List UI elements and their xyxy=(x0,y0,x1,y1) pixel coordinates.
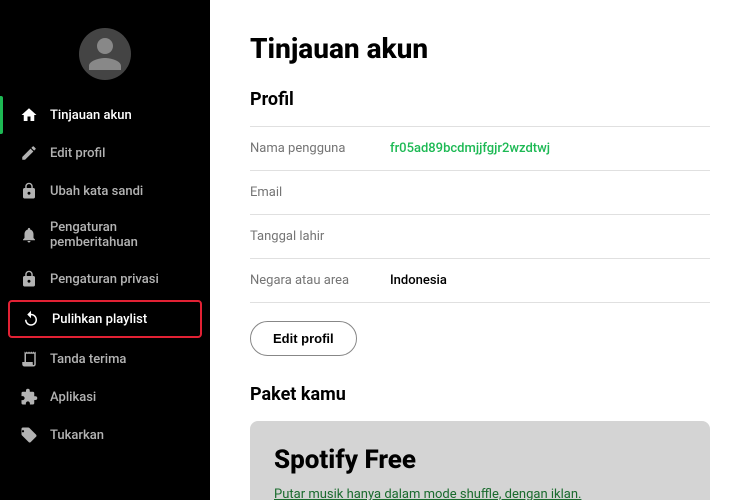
bell-icon xyxy=(20,226,38,244)
profile-fields: Nama pengguna fr05ad89bcdmjjfgjr2wzdtwj … xyxy=(250,126,710,303)
field-row-username: Nama pengguna fr05ad89bcdmjjfgjr2wzdtwj xyxy=(250,127,710,171)
home-icon xyxy=(20,106,38,124)
sidebar-item-pengaturan-pemberitahuan[interactable]: Pengaturan pemberitahuan xyxy=(0,210,210,260)
paket-name: Spotify Free xyxy=(274,445,686,475)
sidebar-label-pulihkan-playlist: Pulihkan playlist xyxy=(52,312,147,327)
sidebar-item-edit-profil[interactable]: Edit profil xyxy=(0,134,210,172)
avatar-section xyxy=(0,16,210,96)
field-value-negara: Indonesia xyxy=(390,273,447,288)
sidebar-item-pengaturan-privasi[interactable]: Pengaturan privasi xyxy=(0,260,210,298)
sidebar-item-pulihkan-playlist[interactable]: Pulihkan playlist xyxy=(8,300,202,338)
profile-section-title: Profil xyxy=(250,89,710,110)
receipt-icon xyxy=(20,350,38,368)
field-label-negara: Negara atau area xyxy=(250,273,390,288)
pencil-icon xyxy=(20,144,38,162)
main-content: Tinjauan akun Profil Nama pengguna fr05a… xyxy=(210,0,750,500)
field-label-username: Nama pengguna xyxy=(250,141,390,156)
page-title: Tinjauan akun xyxy=(250,32,710,65)
sidebar-item-tukarkan[interactable]: Tukarkan xyxy=(0,416,210,454)
user-avatar-icon xyxy=(85,34,125,74)
sidebar-nav: Tinjauan akun Edit profil Ubah kata sand… xyxy=(0,96,210,454)
paket-section-title: Paket kamu xyxy=(250,384,710,405)
edit-profil-button[interactable]: Edit profil xyxy=(250,321,357,356)
field-label-email: Email xyxy=(250,185,390,200)
field-value-username: fr05ad89bcdmjjfgjr2wzdtwj xyxy=(390,141,550,156)
field-row-email: Email xyxy=(250,171,710,215)
puzzle-icon xyxy=(20,388,38,406)
field-label-tanggal-lahir: Tanggal lahir xyxy=(250,229,390,244)
field-row-tanggal-lahir: Tanggal lahir xyxy=(250,215,710,259)
field-row-negara: Negara atau area Indonesia xyxy=(250,259,710,303)
sidebar-label-ubah-kata-sandi: Ubah kata sandi xyxy=(50,184,143,199)
avatar xyxy=(79,28,131,80)
sidebar-label-pengaturan-pemberitahuan: Pengaturan pemberitahuan xyxy=(50,220,190,250)
sidebar-label-tukarkan: Tukarkan xyxy=(50,428,104,443)
sidebar-label-aplikasi: Aplikasi xyxy=(50,390,96,405)
sidebar: Tinjauan akun Edit profil Ubah kata sand… xyxy=(0,0,210,500)
tag-icon xyxy=(20,426,38,444)
lock2-icon xyxy=(20,270,38,288)
sidebar-item-ubah-kata-sandi[interactable]: Ubah kata sandi xyxy=(0,172,210,210)
paket-description[interactable]: Putar musik hanya dalam mode shuffle, de… xyxy=(274,487,686,500)
refresh-icon xyxy=(22,310,40,328)
paket-card: Spotify Free Putar musik hanya dalam mod… xyxy=(250,421,710,500)
sidebar-item-tinjauan-akun[interactable]: Tinjauan akun xyxy=(0,96,210,134)
sidebar-item-aplikasi[interactable]: Aplikasi xyxy=(0,378,210,416)
lock-icon xyxy=(20,182,38,200)
sidebar-label-tinjauan-akun: Tinjauan akun xyxy=(50,108,132,123)
sidebar-item-tanda-terima[interactable]: Tanda terima xyxy=(0,340,210,378)
sidebar-label-edit-profil: Edit profil xyxy=(50,146,105,161)
sidebar-label-pengaturan-privasi: Pengaturan privasi xyxy=(50,272,159,287)
sidebar-label-tanda-terima: Tanda terima xyxy=(50,352,126,367)
